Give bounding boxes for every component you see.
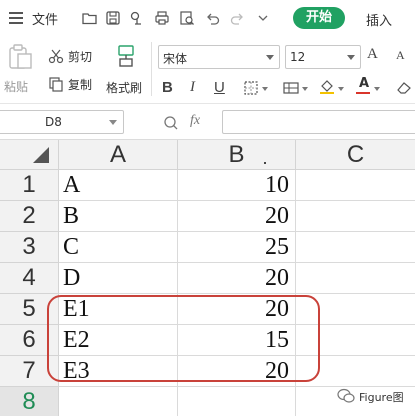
print-preview-icon[interactable] bbox=[179, 10, 195, 26]
italic-button[interactable]: I bbox=[190, 79, 195, 97]
file-menu[interactable]: 文件 bbox=[32, 9, 58, 28]
row-header-3[interactable]: 3 bbox=[0, 232, 59, 263]
copy-icon[interactable] bbox=[48, 76, 64, 92]
tab-start[interactable]: 开始 bbox=[293, 7, 345, 29]
chevron-down-icon bbox=[109, 120, 117, 125]
row-header-8[interactable]: 8 bbox=[0, 387, 59, 416]
cell-a8[interactable] bbox=[59, 387, 178, 416]
cell-b2[interactable]: 20 bbox=[178, 201, 296, 232]
cell-b1[interactable]: 10 bbox=[178, 170, 296, 201]
select-all-button[interactable] bbox=[0, 140, 59, 170]
underline-button[interactable]: U bbox=[214, 79, 225, 97]
column-header-c[interactable]: C bbox=[296, 140, 415, 170]
row-header-4[interactable]: 4 bbox=[0, 263, 59, 294]
row-header-1[interactable]: 1 bbox=[0, 170, 59, 201]
row-header-2[interactable]: 2 bbox=[0, 201, 59, 232]
wechat-icon bbox=[337, 388, 355, 403]
eraser-icon[interactable] bbox=[396, 79, 412, 95]
cell-style-icon[interactable] bbox=[283, 80, 299, 96]
chevron-down-icon bbox=[347, 55, 355, 60]
highlight-annotation bbox=[47, 295, 320, 382]
chevron-down-icon[interactable] bbox=[302, 87, 308, 91]
open-folder-icon[interactable] bbox=[82, 10, 98, 26]
chevron-down-icon[interactable] bbox=[374, 87, 380, 91]
copy-button[interactable]: 复制 bbox=[68, 76, 92, 93]
font-color-button[interactable]: A bbox=[359, 76, 369, 91]
cut-button[interactable]: 剪切 bbox=[68, 48, 92, 65]
cell-c4[interactable] bbox=[296, 263, 415, 294]
print-icon[interactable] bbox=[154, 10, 170, 26]
chevron-down-icon[interactable] bbox=[262, 87, 268, 91]
cell-b4[interactable]: 20 bbox=[178, 263, 296, 294]
format-painter-button[interactable]: 格式刷 bbox=[106, 79, 142, 96]
font-size-value: 12 bbox=[290, 50, 306, 64]
chevron-down-icon bbox=[266, 55, 274, 60]
grow-font-button[interactable]: A bbox=[367, 46, 378, 63]
tab-insert[interactable]: 插入 bbox=[366, 10, 392, 29]
font-size-select[interactable]: 12 bbox=[285, 45, 361, 69]
menu-icon[interactable] bbox=[9, 12, 23, 24]
dropdown-icon[interactable] bbox=[255, 10, 271, 26]
cursor-mark bbox=[264, 162, 266, 164]
border-icon[interactable] bbox=[243, 80, 259, 96]
shrink-font-button[interactable]: A bbox=[396, 48, 405, 63]
watermark-text: Figure图 bbox=[359, 391, 404, 404]
paste-button[interactable]: 粘贴 bbox=[4, 78, 28, 95]
redo-icon[interactable] bbox=[229, 10, 245, 26]
cell-c2[interactable] bbox=[296, 201, 415, 232]
paste-icon[interactable] bbox=[6, 44, 34, 70]
fill-color-icon[interactable] bbox=[319, 78, 335, 94]
format-painter-icon[interactable] bbox=[114, 44, 138, 68]
cell-a1[interactable]: A bbox=[59, 170, 178, 201]
menu-bar: 文件 开始 插入 bbox=[0, 0, 415, 36]
export-icon[interactable] bbox=[129, 10, 145, 26]
name-box[interactable]: D8 bbox=[0, 110, 124, 134]
select-all-icon bbox=[33, 147, 49, 163]
insert-function-button[interactable]: fx bbox=[190, 113, 200, 129]
cell-c1[interactable] bbox=[296, 170, 415, 201]
cell-c3[interactable] bbox=[296, 232, 415, 263]
ribbon-divider bbox=[151, 42, 152, 96]
font-name-select[interactable]: 宋体 bbox=[158, 45, 280, 69]
chevron-down-icon[interactable] bbox=[338, 87, 344, 91]
column-header-a[interactable]: A bbox=[59, 140, 178, 170]
column-header-b[interactable]: B bbox=[178, 140, 296, 170]
cell-a2[interactable]: B bbox=[59, 201, 178, 232]
formula-bar: D8 fx bbox=[0, 104, 415, 140]
cell-b8[interactable] bbox=[178, 387, 296, 416]
cut-icon[interactable] bbox=[48, 48, 64, 64]
cell-a4[interactable]: D bbox=[59, 263, 178, 294]
cell-a3[interactable]: C bbox=[59, 232, 178, 263]
cell-b3[interactable]: 25 bbox=[178, 232, 296, 263]
ribbon-toolbar: 粘贴 剪切 复制 格式刷 宋体 12 A A B I U A bbox=[0, 36, 415, 104]
undo-icon[interactable] bbox=[205, 10, 221, 26]
font-name-value: 宋体 bbox=[163, 52, 188, 66]
bold-button[interactable]: B bbox=[162, 79, 173, 97]
save-icon[interactable] bbox=[105, 10, 121, 26]
formula-input[interactable] bbox=[222, 110, 415, 134]
cell-reference: D8 bbox=[45, 115, 62, 129]
zoom-icon[interactable] bbox=[163, 115, 179, 131]
